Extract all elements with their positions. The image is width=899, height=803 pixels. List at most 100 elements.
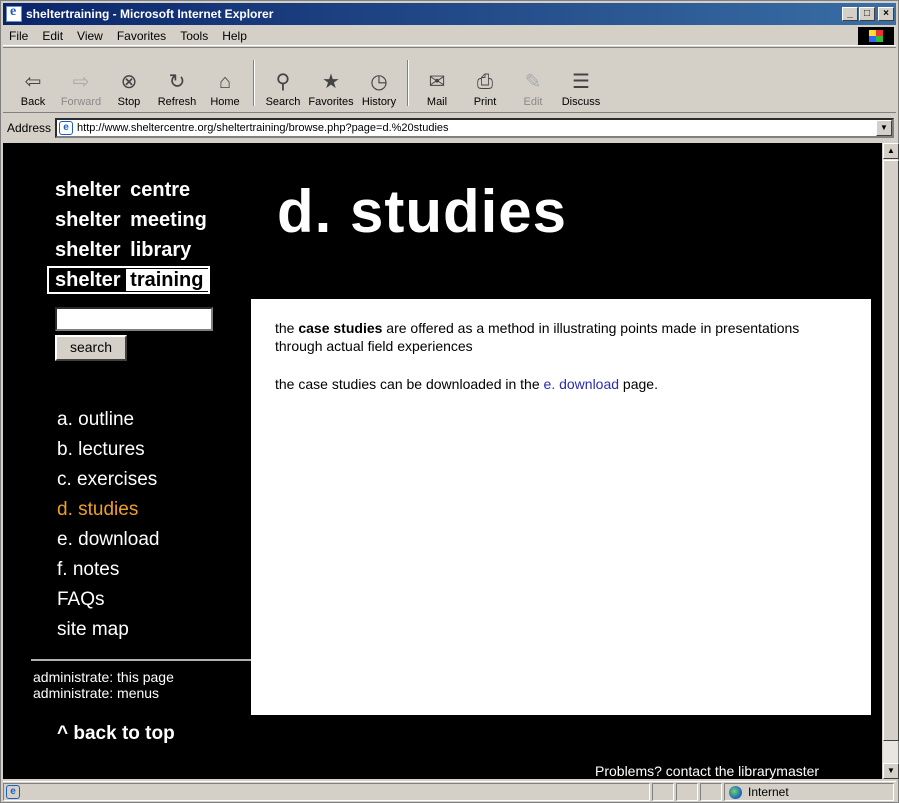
- site-nav: shelter centre shelter meeting shelter l…: [47, 175, 210, 295]
- toolbar: ⇦ Back ⇨ Forward ⊗ Stop ↻ Refresh ⌂ Home…: [3, 47, 896, 113]
- ie-logo-icon: [6, 4, 22, 22]
- nav-item-notes[interactable]: f. notes: [57, 555, 159, 585]
- edit-button[interactable]: ✎ Edit: [509, 54, 557, 112]
- p2-before: the case studies can be downloaded in th…: [275, 376, 544, 392]
- address-dropdown-icon[interactable]: ▼: [876, 120, 892, 136]
- history-button[interactable]: ◷ History: [355, 54, 403, 112]
- browser-window: sheltertraining - Microsoft Internet Exp…: [0, 0, 899, 803]
- back-arrow-icon: ⇦: [24, 71, 42, 93]
- globe-icon: [729, 785, 742, 799]
- menu-tools[interactable]: Tools: [173, 29, 215, 43]
- stop-button[interactable]: ⊗ Stop: [105, 54, 153, 112]
- site-active-prefix: shelter: [55, 269, 121, 291]
- refresh-label: Refresh: [157, 96, 197, 108]
- stop-label: Stop: [117, 96, 141, 108]
- discuss-icon: ☰: [572, 71, 590, 93]
- scroll-thumb[interactable]: [883, 160, 899, 741]
- content-paragraph-1: the case studies are offered as a method…: [275, 319, 847, 355]
- menu-favorites[interactable]: Favorites: [110, 29, 173, 43]
- menu-edit[interactable]: Edit: [35, 29, 70, 43]
- nav-item-studies[interactable]: d. studies: [57, 495, 159, 525]
- section-nav: a. outline b. lectures c. exercises d. s…: [57, 405, 159, 645]
- scroll-down-icon[interactable]: ▼: [883, 763, 899, 779]
- zone-label: Internet: [748, 785, 789, 799]
- site-active-suffix: training: [126, 269, 208, 291]
- contact-link[interactable]: Problems? contact the librarymaster: [595, 763, 819, 779]
- nav-item-download[interactable]: e. download: [57, 525, 159, 555]
- refresh-icon: ↻: [168, 71, 186, 93]
- nav-item-outline[interactable]: a. outline: [57, 405, 159, 435]
- download-link[interactable]: e. download: [544, 376, 620, 392]
- home-button[interactable]: ⌂ Home: [201, 54, 249, 112]
- vertical-scrollbar[interactable]: ▲ ▼: [882, 143, 899, 779]
- edit-icon: ✎: [524, 71, 542, 93]
- discuss-button[interactable]: ☰ Discuss: [557, 54, 605, 112]
- forward-button[interactable]: ⇨ Forward: [57, 54, 105, 112]
- status-main: e: [3, 783, 650, 801]
- edit-label: Edit: [523, 96, 543, 108]
- menu-view[interactable]: View: [70, 29, 110, 43]
- status-pane: [652, 783, 674, 801]
- print-label: Print: [473, 96, 497, 108]
- security-zone: Internet: [724, 783, 894, 801]
- content-panel: the case studies are offered as a method…: [251, 299, 871, 715]
- address-url[interactable]: http://www.sheltercentre.org/sheltertrai…: [77, 122, 876, 134]
- menu-bar: File Edit View Favorites Tools Help: [3, 26, 896, 46]
- mail-icon: ✉: [428, 71, 446, 93]
- favorites-icon: ★: [322, 71, 340, 93]
- history-icon: ◷: [370, 71, 388, 93]
- status-pane: [700, 783, 722, 801]
- back-to-top-link[interactable]: ^ back to top: [57, 723, 175, 745]
- admin-menus-link[interactable]: administrate: menus: [33, 685, 174, 701]
- page-heading: d. studies: [277, 178, 568, 245]
- toolbar-separator: [407, 60, 409, 106]
- search-input[interactable]: [55, 307, 213, 331]
- print-icon: ⎙: [477, 71, 493, 93]
- home-label: Home: [210, 96, 240, 108]
- nav-item-exercises[interactable]: c. exercises: [57, 465, 159, 495]
- mail-button[interactable]: ✉ Mail: [413, 54, 461, 112]
- admin-this-page-link[interactable]: administrate: this page: [33, 669, 174, 685]
- print-button[interactable]: ⎙ Print: [461, 54, 509, 112]
- page-viewport: shelter centre shelter meeting shelter l…: [3, 143, 882, 779]
- nav-item-site-map[interactable]: site map: [57, 615, 159, 645]
- site-link-centre[interactable]: shelter centre: [55, 175, 210, 205]
- title-bar: sheltertraining - Microsoft Internet Exp…: [3, 3, 896, 25]
- site-link-training[interactable]: shelter training: [47, 266, 210, 294]
- p1-before: the: [275, 320, 299, 336]
- search-toolbar-button[interactable]: ⚲ Search: [259, 54, 307, 112]
- address-field[interactable]: e http://www.sheltercentre.org/sheltertr…: [55, 118, 894, 138]
- refresh-button[interactable]: ↻ Refresh: [153, 54, 201, 112]
- search-button[interactable]: search: [55, 335, 127, 361]
- site-link-library[interactable]: shelter library: [55, 235, 210, 265]
- p2-after: page.: [619, 376, 658, 392]
- search-icon: ⚲: [275, 71, 291, 93]
- windows-logo-icon: [858, 26, 894, 45]
- stop-icon: ⊗: [120, 71, 138, 93]
- menu-file[interactable]: File: [3, 29, 35, 43]
- toolbar-separator: [253, 60, 255, 106]
- forward-label: Forward: [60, 96, 102, 108]
- nav-item-lectures[interactable]: b. lectures: [57, 435, 159, 465]
- scroll-up-icon[interactable]: ▲: [883, 143, 899, 159]
- close-button[interactable]: ×: [878, 7, 894, 21]
- minimize-button[interactable]: _: [842, 7, 858, 21]
- favorites-label: Favorites: [308, 96, 354, 108]
- address-bar: Address e http://www.sheltercentre.org/s…: [3, 115, 896, 141]
- status-pane: [676, 783, 698, 801]
- history-label: History: [361, 96, 397, 108]
- search-toolbar-label: Search: [265, 96, 301, 108]
- favorites-button[interactable]: ★ Favorites: [307, 54, 355, 112]
- window-title: sheltertraining - Microsoft Internet Exp…: [26, 7, 274, 21]
- forward-arrow-icon: ⇨: [72, 71, 90, 93]
- caption-buttons: _ □ ×: [841, 7, 894, 21]
- nav-item-faqs[interactable]: FAQs: [57, 585, 159, 615]
- site-link-meeting[interactable]: shelter meeting: [55, 205, 210, 235]
- home-icon: ⌂: [218, 71, 232, 93]
- menu-help[interactable]: Help: [215, 29, 254, 43]
- maximize-button[interactable]: □: [859, 7, 875, 21]
- page-status-icon: e: [6, 785, 20, 799]
- sidebar-divider: [31, 659, 253, 661]
- back-button[interactable]: ⇦ Back: [9, 54, 57, 112]
- back-label: Back: [20, 96, 46, 108]
